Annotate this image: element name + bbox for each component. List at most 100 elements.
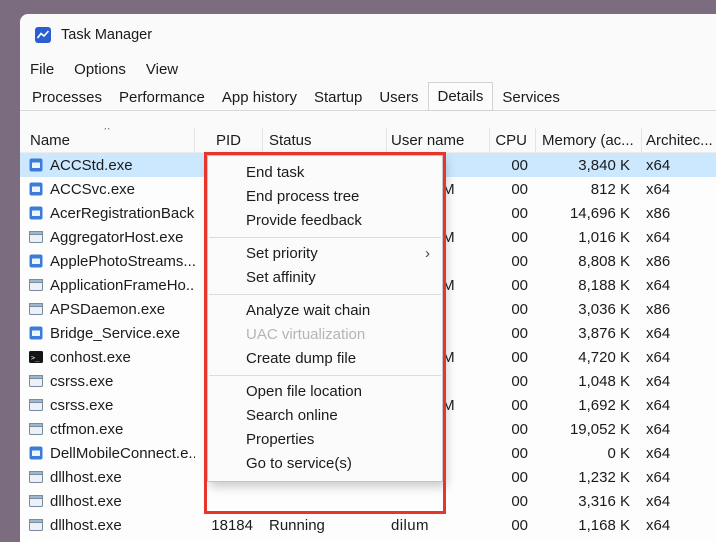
tab-services[interactable]: Services: [494, 86, 568, 110]
context-menu-item-search-online[interactable]: Search online: [208, 404, 442, 428]
context-menu-item-label: Set priority: [246, 245, 318, 262]
process-name: dllhost.exe: [50, 469, 122, 486]
cell-arch: x64: [642, 445, 716, 462]
exe-icon: [28, 277, 44, 293]
cell-mem: 4,720 K: [536, 349, 642, 366]
context-menu-item-uac-virtualization: UAC virtualization: [208, 323, 442, 347]
process-name: ACCSvc.exe: [50, 181, 135, 198]
cell-arch: x86: [642, 205, 716, 222]
column-header-label: Memory (ac...: [542, 132, 634, 149]
cell-mem: 3,316 K: [536, 493, 642, 510]
context-menu-item-label: Create dump file: [246, 350, 356, 367]
submenu-arrow-icon: ›: [425, 242, 430, 266]
column-header-label: Name: [30, 132, 70, 149]
process-name: conhost.exe: [50, 349, 131, 366]
table-row[interactable]: dllhost.exe18184Runningdilum001,168 Kx64: [20, 513, 716, 537]
context-menu-item-create-dump-file[interactable]: Create dump file: [208, 347, 442, 371]
cell-mem: 3,840 K: [536, 157, 642, 174]
table-header-row: ^ Name PIDStatusUser name CPU Memory (ac... A…: [20, 128, 716, 153]
context-menu-item-provide-feedback[interactable]: Provide feedback: [208, 209, 442, 233]
column-header-pid[interactable]: PID: [195, 128, 263, 152]
tab-strip: ProcessesPerformanceApp historyStartupUs…: [20, 82, 716, 111]
task-manager-window: Task Manager FileOptionsView ProcessesPe…: [20, 14, 716, 542]
cell-mem: 1,232 K: [536, 469, 642, 486]
cell-name: dllhost.exe: [20, 517, 195, 534]
exe-icon: [28, 397, 44, 413]
table-row[interactable]: dllhost.exe003,316 Kx64: [20, 489, 716, 513]
cell-cpu: 00: [490, 253, 536, 270]
context-menu-item-set-affinity[interactable]: Set affinity: [208, 266, 442, 290]
context-menu-item-label: Go to service(s): [246, 455, 352, 472]
column-header-label: User name: [391, 132, 464, 149]
cell-cpu: 00: [490, 229, 536, 246]
app-icon: [28, 253, 44, 269]
app-icon: [28, 181, 44, 197]
context-menu-item-label: Analyze wait chain: [246, 302, 370, 319]
app-icon: [28, 205, 44, 221]
cell-pid: 18184: [195, 517, 263, 534]
cell-name: AggregatorHost.exe: [20, 229, 195, 246]
cell-arch: x64: [642, 325, 716, 342]
cell-name: ctfmon.exe: [20, 421, 195, 438]
cell-cpu: 00: [490, 517, 536, 534]
app-icon: [28, 445, 44, 461]
tab-startup[interactable]: Startup: [306, 86, 370, 110]
context-menu-item-set-priority[interactable]: Set priority ›: [208, 242, 442, 266]
context-menu-item-label: Search online: [246, 407, 338, 424]
menubar-item-file[interactable]: File: [20, 58, 64, 81]
column-header-label: CPU: [495, 132, 527, 149]
cell-arch: x64: [642, 493, 716, 510]
app-icon: [28, 157, 44, 173]
column-header-label: Architec...: [646, 132, 713, 149]
context-menu-item-analyze-wait-chain[interactable]: Analyze wait chain: [208, 299, 442, 323]
context-menu-item-go-to-service-s[interactable]: Go to service(s): [208, 452, 442, 476]
tab-users[interactable]: Users: [371, 86, 426, 110]
cell-mem: 1,048 K: [536, 373, 642, 390]
exe-icon: [28, 301, 44, 317]
process-name: Bridge_Service.exe: [50, 325, 180, 342]
cell-arch: x64: [642, 469, 716, 486]
menu-separator: [209, 375, 441, 376]
menu-separator: [209, 237, 441, 238]
cell-mem: 3,876 K: [536, 325, 642, 342]
process-name: dllhost.exe: [50, 517, 122, 534]
cell-cpu: 00: [490, 325, 536, 342]
cell-cpu: 00: [490, 445, 536, 462]
context-menu-item-label: Open file location: [246, 383, 362, 400]
column-header-arch[interactable]: Architec...: [642, 128, 716, 152]
cell-user: dilum: [387, 517, 490, 534]
process-name: csrss.exe: [50, 373, 113, 390]
column-header-user[interactable]: User name: [387, 128, 490, 152]
cell-status: Running: [263, 517, 387, 534]
cell-arch: x64: [642, 517, 716, 534]
tab-processes[interactable]: Processes: [24, 86, 110, 110]
column-header-name[interactable]: ^ Name: [20, 128, 195, 152]
cell-arch: x64: [642, 397, 716, 414]
sort-ascending-icon: ^: [104, 128, 109, 136]
context-menu-item-end-process-tree[interactable]: End process tree: [208, 185, 442, 209]
column-header-status[interactable]: Status: [263, 128, 387, 152]
menubar-item-options[interactable]: Options: [64, 58, 136, 81]
tab-app-history[interactable]: App history: [214, 86, 305, 110]
column-header-cpu[interactable]: CPU: [490, 128, 536, 152]
task-manager-icon: [34, 26, 52, 44]
menu-separator: [209, 294, 441, 295]
column-header-mem[interactable]: Memory (ac...: [536, 128, 642, 152]
tab-performance[interactable]: Performance: [111, 86, 213, 110]
cell-cpu: 00: [490, 205, 536, 222]
context-menu-item-open-file-location[interactable]: Open file location: [208, 380, 442, 404]
cell-arch: x64: [642, 181, 716, 198]
cell-name: ACCSvc.exe: [20, 181, 195, 198]
menubar-item-view[interactable]: View: [136, 58, 188, 81]
process-name: ACCStd.exe: [50, 157, 133, 174]
cell-cpu: 00: [490, 157, 536, 174]
tab-details[interactable]: Details: [428, 82, 494, 111]
cell-name: >_conhost.exe: [20, 349, 195, 366]
cell-cpu: 00: [490, 301, 536, 318]
context-menu-item-end-task[interactable]: End task: [208, 161, 442, 185]
cell-mem: 8,188 K: [536, 277, 642, 294]
context-menu-item-properties[interactable]: Properties: [208, 428, 442, 452]
cell-cpu: 00: [490, 181, 536, 198]
cell-arch: x64: [642, 157, 716, 174]
cell-name: AcerRegistrationBack...: [20, 205, 195, 222]
